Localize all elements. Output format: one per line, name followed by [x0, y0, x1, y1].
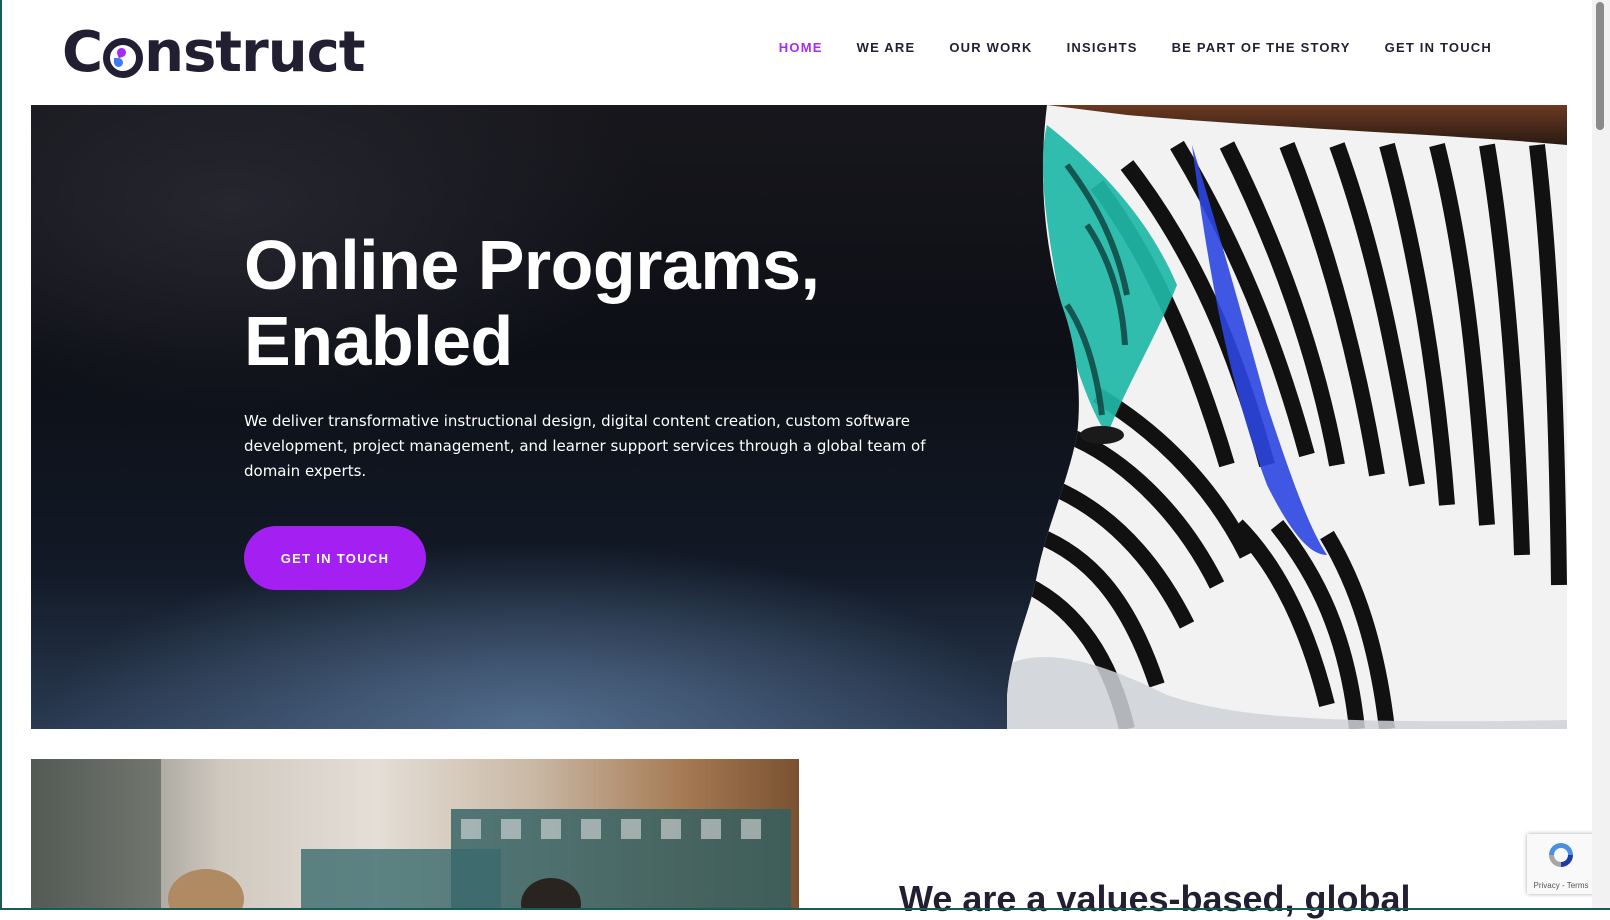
logo-mark-icon [103, 38, 144, 78]
hero-title-line1: Online Programs, [244, 226, 820, 304]
nav-get-in-touch[interactable]: GET IN TOUCH [1385, 40, 1492, 55]
nav-we-are[interactable]: WE ARE [857, 40, 916, 55]
recaptcha-badge[interactable]: Privacy - Terms [1527, 834, 1595, 894]
nav-our-work[interactable]: OUR WORK [949, 40, 1032, 55]
values-heading: We are a values-based, global [899, 878, 1411, 919]
zebra-image [1007, 105, 1567, 729]
hero-title: Online Programs, Enabled [244, 227, 1004, 379]
recaptcha-icon [1549, 843, 1573, 867]
get-in-touch-button[interactable]: GET IN TOUCH [244, 526, 426, 590]
main-nav: HOME WE ARE OUR WORK INSIGHTS BE PART OF… [779, 40, 1492, 55]
site-header: Cnstruct HOME WE ARE OUR WORK INSIGHTS B… [0, 0, 1592, 104]
hero-banner: Online Programs, Enabled We deliver tran… [31, 105, 1567, 729]
nav-insights[interactable]: INSIGHTS [1067, 40, 1138, 55]
page-scrollbar[interactable] [1592, 0, 1610, 910]
hero-description: We deliver transformative instructional … [244, 412, 926, 480]
window-frame-left [0, 0, 2, 910]
hero-content: Online Programs, Enabled We deliver tran… [244, 227, 1004, 590]
scrollbar-thumb[interactable] [1596, 2, 1604, 130]
logo-letter: C [62, 19, 103, 85]
office-photo [31, 759, 799, 910]
construct-logo[interactable]: Cnstruct [62, 19, 366, 85]
nav-home[interactable]: HOME [779, 40, 823, 55]
hero-title-line2: Enabled [244, 302, 513, 380]
recaptcha-label[interactable]: Privacy - Terms [1527, 881, 1595, 890]
logo-text: nstruct [144, 19, 365, 85]
nav-be-part-of-the-story[interactable]: BE PART OF THE STORY [1172, 40, 1351, 55]
office-scene-icon [31, 759, 791, 910]
